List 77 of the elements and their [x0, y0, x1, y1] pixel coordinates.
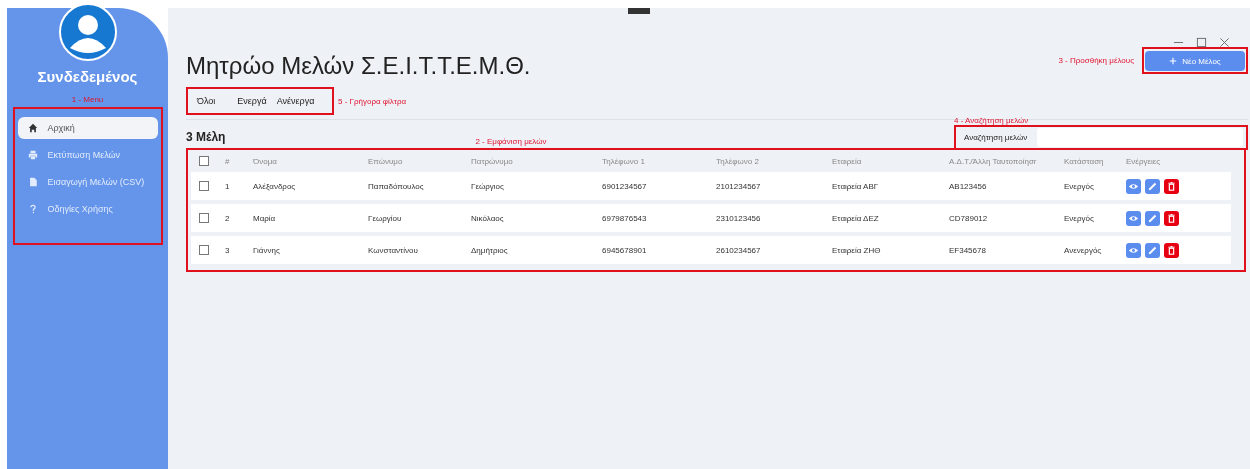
column-header: Επώνυμο	[368, 156, 404, 166]
maximize-icon[interactable]	[1196, 37, 1207, 48]
search-field[interactable]: Αναζήτηση μελών	[954, 125, 1248, 150]
filter-tab[interactable]: Ανένεργα	[271, 96, 320, 106]
column-header: Α.Δ.Τ./Άλλη Ταυτοποίησr	[949, 156, 1038, 166]
camera-notch	[628, 8, 650, 14]
table-cell-text: Κωνσταντίνου	[368, 245, 419, 255]
delete-button[interactable]	[1164, 178, 1179, 194]
annotation-label: 5 - Γρήγορα φίλτρα	[338, 96, 407, 106]
annotation-label: 3 - Προσθήκη μέλους	[1058, 56, 1134, 65]
member-count: 3 Μέλη	[186, 130, 226, 144]
printer-icon	[27, 150, 38, 160]
filter-tab[interactable]: Όλοι	[192, 96, 221, 106]
table-cell-text: Γιάννης	[253, 245, 281, 255]
view-button[interactable]	[1126, 178, 1141, 194]
table-cell-text: Εταιρεία ΑΒΓ	[832, 181, 880, 191]
table-cell-text: AB123456	[949, 181, 988, 191]
column-header: Εταιρεία	[832, 156, 863, 166]
edit-button[interactable]	[1145, 242, 1160, 258]
home-icon	[27, 123, 38, 133]
column-header: Όνομα	[253, 156, 278, 166]
column-header: Πατρώνυμο	[471, 156, 514, 166]
table-cell-text: 1	[225, 181, 231, 191]
trash-icon	[1166, 212, 1177, 224]
checkbox[interactable]	[199, 156, 209, 166]
table-cell-text: 2	[225, 213, 231, 223]
table-cell-text: Ενεργός	[1064, 213, 1095, 223]
plus-icon	[1169, 56, 1178, 65]
table-cell-text: Αλέξανδρος	[253, 181, 297, 191]
checkbox[interactable]	[199, 213, 209, 223]
trash-icon	[1166, 180, 1177, 192]
column-header: #	[225, 156, 231, 166]
table-cell-text: 2101234567	[716, 181, 762, 191]
pencil-icon	[1147, 180, 1158, 192]
view-button[interactable]	[1126, 210, 1141, 226]
table-cell-text: Εταιρεία ΔΕΖ	[832, 213, 880, 223]
edit-button[interactable]	[1145, 210, 1160, 226]
table-cell-text: 6979876543	[602, 213, 648, 223]
table-cell-text: 3	[225, 245, 231, 255]
table-cell-text: Νικόλαος	[471, 213, 505, 223]
table-cell-text: Ανενεργός	[1064, 245, 1103, 255]
annotation-label: 1 - Menu	[71, 95, 104, 104]
delete-button[interactable]	[1164, 242, 1179, 258]
column-header: Τηλέφωνο 2	[716, 156, 760, 166]
table-cell-text: 6901234567	[602, 181, 648, 191]
sidebar-item[interactable]: Αρχική	[17, 117, 158, 139]
table-cell-text: Μαρία	[253, 213, 277, 223]
trash-icon	[1166, 244, 1177, 256]
pencil-icon	[1147, 244, 1158, 256]
close-icon[interactable]	[1219, 37, 1230, 48]
delete-button[interactable]	[1164, 210, 1179, 226]
table-cell-text: Παπαδόπουλος	[368, 181, 425, 191]
question-icon	[27, 204, 38, 214]
column-header: Κατάσταση	[1064, 156, 1105, 166]
column-header: Τηλέφωνο 1	[602, 156, 646, 166]
table-cell-text: Δημήτριος	[471, 245, 509, 255]
file-icon	[27, 177, 38, 187]
annotation-label: 4 - Αναζήτηση μελών	[954, 116, 1030, 125]
user-name: Συνδεδεμένος	[37, 68, 138, 85]
edit-button[interactable]	[1145, 178, 1160, 194]
table-cell-text: Ενεργός	[1064, 181, 1095, 191]
column-header: Ενέργειες	[1126, 156, 1162, 166]
table-cell-text: 6945678901	[602, 245, 648, 255]
view-button[interactable]	[1126, 242, 1141, 258]
table-cell-text: 2310123456	[716, 213, 762, 223]
table-cell-text: Εταιρεία ΖΗΘ	[832, 245, 882, 255]
table-cell-text: EF345678	[949, 245, 987, 255]
table-cell-text: Γεωργίου	[368, 213, 403, 223]
page-title: Μητρώο Μελών Σ.Ε.Ι.Τ.Τ.Ε.Μ.Θ.	[186, 51, 531, 80]
filter-tab[interactable]: Ενεργά	[232, 96, 272, 106]
table-cell-text: Γεώργιος	[471, 181, 505, 191]
pencil-icon	[1147, 212, 1158, 224]
table-cell-text: CD789012	[949, 213, 989, 223]
checkbox[interactable]	[199, 245, 209, 255]
annotation-label: 2 - Εμφάνιση μελών	[475, 137, 547, 146]
checkbox[interactable]	[199, 181, 209, 191]
table-cell-text: 2610234567	[716, 245, 762, 255]
